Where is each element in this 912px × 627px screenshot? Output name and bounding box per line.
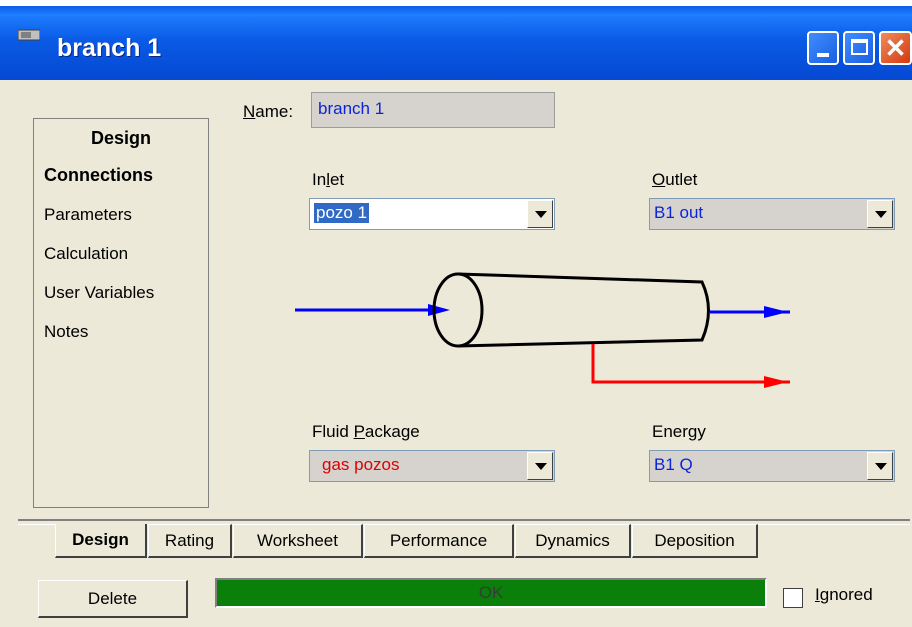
tab-deposition[interactable]: Deposition [632,524,758,558]
page-item-connections[interactable]: Connections [44,165,153,186]
tab-design[interactable]: Design [55,524,147,558]
page-item-user-variables[interactable]: User Variables [44,283,154,303]
minimize-button[interactable] [807,31,839,65]
tab-rating[interactable]: Rating [148,524,232,558]
pipe-body-icon [432,272,710,348]
tab-worksheet[interactable]: Worksheet [233,524,363,558]
page-item-calculation[interactable]: Calculation [44,244,128,264]
name-label: Name: [243,102,294,121]
inlet-dropdown-icon[interactable] [527,200,553,228]
outlet-combo[interactable]: B1 out [649,198,895,230]
title-bar[interactable]: branch 1 ✕ [0,0,912,80]
fluid-package-combo[interactable]: gas pozos [309,450,555,482]
page-item-parameters[interactable]: Parameters [44,205,132,225]
fluid-package-dropdown-icon[interactable] [527,452,553,480]
outlet-dropdown-icon[interactable] [867,200,893,228]
window-title: branch 1 [57,34,162,62]
inlet-combo[interactable]: pozo 1 [309,198,555,230]
inlet-value: pozo 1 [314,203,370,223]
status-bar: OK [215,578,767,608]
ignored-checkbox[interactable] [783,588,803,608]
page-list-header: Design [34,119,208,158]
close-icon: ✕ [884,33,907,63]
ignored-label[interactable]: Ignored [815,585,873,605]
maximize-button[interactable] [843,31,875,65]
page-item-notes[interactable]: Notes [44,322,88,342]
close-button[interactable]: ✕ [879,31,912,65]
delete-button[interactable]: Delete [38,580,188,618]
energy-value: B1 Q [654,455,693,474]
design-page-list: Design Connections Parameters Calculatio… [33,118,209,508]
tab-dynamics[interactable]: Dynamics [515,524,631,558]
app-icon [18,29,40,41]
name-input[interactable]: branch 1 [311,92,555,128]
maximize-icon [851,39,868,55]
energy-label: Energy [652,422,706,441]
inlet-stream-arrow [295,304,450,316]
inlet-label: Inlet [312,170,345,189]
minimize-icon [817,53,829,57]
energy-dropdown-icon[interactable] [867,452,893,480]
energy-combo[interactable]: B1 Q [649,450,895,482]
branch-unit-diagram [295,272,790,388]
outlet-value: B1 out [654,203,704,222]
liquid-outlet-arrow [591,344,790,388]
tab-performance[interactable]: Performance [364,524,514,558]
outlet-label: Outlet [652,170,698,189]
fluid-package-value: gas pozos [322,455,400,474]
fluid-package-label: Fluid Package [312,422,420,441]
page-list-items: Connections Parameters Calculation User … [34,157,208,507]
vapour-outlet-arrow [710,306,790,318]
